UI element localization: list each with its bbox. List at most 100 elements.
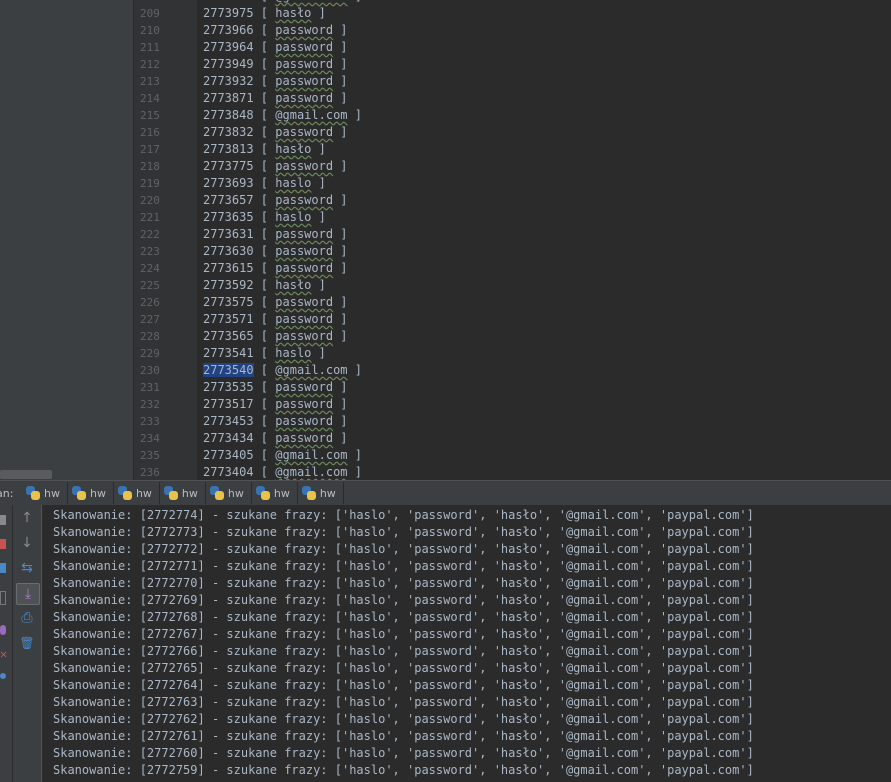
trash-icon[interactable]: 🗑 [16, 633, 38, 653]
code-line: 2773631 [ password ] [203, 227, 348, 241]
run-tab[interactable]: hw [68, 482, 114, 504]
console-line: Skanowanie: [2772766] - szukane frazy: [… [53, 644, 754, 658]
code-line: 2773813 [ hasło ] [203, 142, 326, 156]
restore-layout-icon[interactable] [0, 563, 6, 573]
code-line: 2773535 [ password ] [203, 380, 348, 394]
code-line: 2773693 [ haslo ] [203, 176, 326, 190]
matched-term: password [275, 397, 334, 411]
print-icon[interactable]: ⎙ [16, 608, 38, 628]
code-line: 2773517 [ password ] [203, 397, 348, 411]
down-arrow-icon[interactable]: ↓ [16, 533, 38, 553]
run-tab[interactable]: hw [206, 482, 252, 504]
record-id: 2773405 [203, 448, 254, 462]
project-panel [0, 0, 133, 480]
record-id: 2773813 [203, 142, 254, 156]
project-panel-scrollbar[interactable] [0, 470, 52, 479]
console-line: Skanowanie: [2772764] - szukane frazy: [… [53, 678, 754, 692]
matched-term: password [275, 227, 334, 241]
run-tab-label: hw [227, 486, 244, 500]
line-number: 233 [140, 415, 160, 428]
console-output[interactable]: Skanowanie: [2772774] - szukane frazy: [… [42, 505, 891, 782]
line-number: 221 [140, 211, 160, 224]
run-tab-label: hw [135, 486, 152, 500]
matched-term: hasło [275, 6, 312, 20]
record-id: 2773832 [203, 125, 254, 139]
record-id: 2773404 [203, 465, 254, 479]
help-icon[interactable] [0, 673, 6, 679]
record-id: 2773949 [203, 57, 254, 71]
line-number: 210 [140, 24, 160, 37]
console-line: Skanowanie: [2772759] - szukane frazy: [… [53, 763, 754, 777]
matched-term: password [275, 380, 334, 394]
line-number: 227 [140, 313, 160, 326]
code-line: 2773775 [ password ] [203, 159, 348, 173]
close-icon[interactable]: ✕ [0, 648, 7, 660]
record-id: 2773982 [203, 0, 254, 3]
line-number: 218 [140, 160, 160, 173]
run-tab[interactable]: hw [252, 482, 298, 504]
code-line: 2773615 [ password ] [203, 261, 348, 275]
line-number: 235 [140, 449, 160, 462]
console-line: Skanowanie: [2772761] - szukane frazy: [… [53, 729, 754, 743]
code-line: 2773630 [ password ] [203, 244, 348, 258]
code-line: 2773541 [ haslo ] [203, 346, 326, 360]
record-id: 2773964 [203, 40, 254, 54]
console-line: Skanowanie: [2772765] - szukane frazy: [… [53, 661, 754, 675]
code-line: 2773540 [ @gmail.com ] [203, 363, 362, 377]
line-number: 230 [140, 364, 160, 377]
pin-tab-icon[interactable] [0, 591, 6, 605]
matched-term: password [275, 57, 334, 71]
line-number: 220 [140, 194, 160, 207]
python-icon [301, 486, 316, 500]
record-id: 2773434 [203, 431, 254, 445]
run-tab-label: hw [44, 486, 60, 500]
matched-term: password [275, 295, 334, 309]
record-id: 2773871 [203, 91, 254, 105]
line-number: 236 [140, 466, 160, 479]
console-line: Skanowanie: [2772769] - szukane frazy: [… [53, 593, 754, 607]
matched-term: hasło [275, 278, 312, 292]
line-number: 234 [140, 432, 160, 445]
line-number: 217 [140, 143, 160, 156]
dump-threads-icon[interactable] [0, 625, 6, 635]
run-tab[interactable]: hw [298, 482, 344, 504]
stop-icon[interactable] [0, 539, 6, 549]
run-tab[interactable]: hw [114, 482, 160, 504]
line-number: 222 [140, 228, 160, 241]
code-line: 2773565 [ password ] [203, 329, 348, 343]
rerun-icon[interactable] [0, 515, 6, 525]
record-id: 2773693 [203, 176, 254, 190]
line-numbers: 2082092102112122132142152162172182192202… [140, 0, 160, 481]
record-id: 2773966 [203, 23, 254, 37]
run-tab[interactable]: hw [22, 482, 68, 504]
line-number: 223 [140, 245, 160, 258]
matched-term: haslo [275, 176, 312, 190]
run-tab[interactable]: hw [160, 482, 206, 504]
code-line: 2773949 [ password ] [203, 57, 348, 71]
matched-term: password [275, 159, 334, 173]
matched-term: password [275, 125, 334, 139]
code-line: 2773592 [ hasło ] [203, 278, 326, 292]
code-line: 2773405 [ @gmail.com ] [203, 448, 362, 462]
matched-term: password [275, 23, 334, 37]
code-line: 2773404 [ @gmail.com ] [203, 465, 362, 479]
editor-text-area[interactable]: 2773982 [ @gmail.com ]2773975 [ hasło ]2… [197, 0, 891, 480]
run-tab-label: hw [181, 486, 198, 500]
line-number: 231 [140, 381, 160, 394]
python-icon [117, 486, 132, 500]
up-arrow-icon[interactable]: ↑ [16, 508, 38, 528]
soft-wrap-icon[interactable]: ⇆ [16, 558, 38, 578]
record-id: 2773541 [203, 346, 254, 360]
console-tool-strip: ↑ ↓ ⇆ ⤓ ⎙ 🗑 [13, 505, 42, 782]
outer-tool-strip: ✕ [0, 505, 13, 782]
run-tab-label: hw [273, 486, 290, 500]
console-lines: Skanowanie: [2772774] - szukane frazy: [… [53, 507, 754, 779]
matched-term: hasło [275, 142, 312, 156]
console-line: Skanowanie: [2772768] - szukane frazy: [… [53, 610, 754, 624]
record-id: 2773615 [203, 261, 254, 275]
code-line: 2773964 [ password ] [203, 40, 348, 54]
record-id: 2773535 [203, 380, 254, 394]
scroll-to-end-icon[interactable]: ⤓ [16, 583, 40, 605]
matched-term: password [275, 74, 334, 88]
python-icon [209, 486, 224, 500]
